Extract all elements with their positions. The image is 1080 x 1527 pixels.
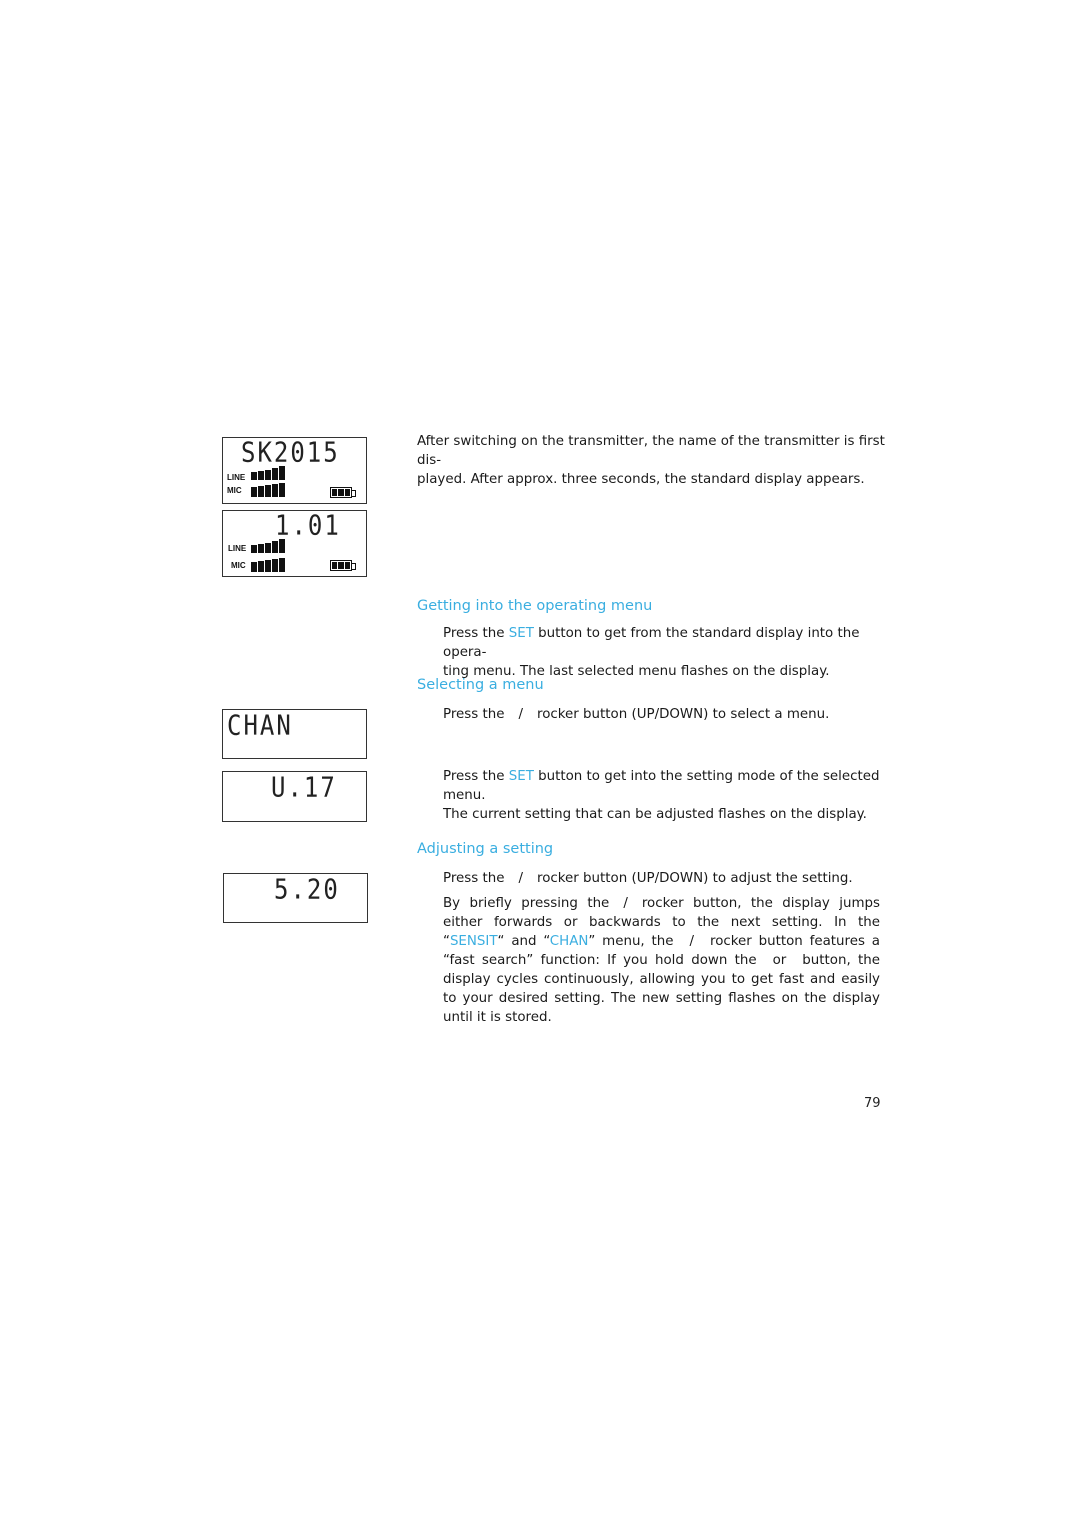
battery-icon [330, 560, 356, 571]
operating-menu-paragraph: Press the SET button to get from the sta… [443, 624, 883, 681]
segment-text: SK2015 [241, 436, 340, 469]
set-button-ref: SET [508, 769, 534, 784]
segment-text: CHAN [227, 709, 293, 742]
adjusting-paragraph-1: Press the / rocker button (UP/DOWN) to adj… [443, 869, 883, 888]
segment-text: U.17 [271, 771, 337, 804]
chan-menu-ref: CHAN [549, 934, 589, 949]
mic-label: MIC [231, 561, 246, 570]
mic-level-meter [251, 483, 285, 497]
text: rocker button (UP/DOWN) to adjust the se… [537, 871, 853, 886]
heading-selecting-menu: Selecting a menu [417, 677, 544, 693]
slash: / [518, 871, 523, 886]
text: ” menu, the [588, 934, 674, 949]
lcd-display-adjust: 5.20 [223, 873, 368, 923]
text: Press the [443, 871, 505, 886]
selecting-menu-paragraph-2: Press the SET button to get into the set… [443, 767, 883, 824]
lcd-display-standard: 1.01 LINE MIC [222, 509, 367, 577]
text: rocker button (UP/DOWN) to select a menu… [537, 707, 830, 722]
page-number: 79 [864, 1096, 881, 1111]
line-label: LINE [228, 544, 247, 553]
lcd-display-name: SK2015 LINE MIC [222, 436, 367, 504]
sensit-menu-ref: SENSIT [449, 934, 498, 949]
mic-level-meter [251, 558, 285, 572]
heading-adjusting-setting: Adjusting a setting [417, 841, 554, 857]
text: By briefly pressing the [443, 896, 610, 911]
text: “ and “ [497, 934, 550, 949]
text: or [772, 953, 787, 968]
text: Press the [443, 769, 509, 784]
line-level-meter [251, 539, 285, 553]
lcd-display-menu: CHAN [222, 709, 367, 759]
battery-icon [330, 487, 356, 498]
adjusting-paragraph-2: By briefly pressing the / rocker button, t… [443, 894, 880, 1027]
lcd-display-setting: U.17 [222, 771, 367, 822]
set-button-ref: SET [508, 626, 534, 641]
segment-text: 5.20 [274, 873, 340, 906]
slash: / [689, 934, 695, 949]
heading-operating-menu: Getting into the operating menu [417, 598, 653, 614]
intro-line-2: played. After approx. three seconds, the… [417, 472, 865, 487]
text: Press the [443, 626, 509, 641]
mic-label: MIC [227, 486, 242, 495]
text: The current setting that can be adjusted… [443, 807, 867, 822]
selecting-menu-paragraph-1: Press the / rocker button (UP/DOWN) to sel… [443, 705, 883, 724]
segment-text: 1.01 [275, 509, 341, 542]
line-label: LINE [227, 473, 246, 482]
intro-line-1: After switching on the transmitter, the … [417, 434, 885, 468]
line-level-meter [251, 466, 285, 480]
intro-paragraph: After switching on the transmitter, the … [417, 432, 887, 489]
text: Press the [443, 707, 505, 722]
slash: / [623, 896, 628, 911]
slash: / [518, 707, 523, 722]
